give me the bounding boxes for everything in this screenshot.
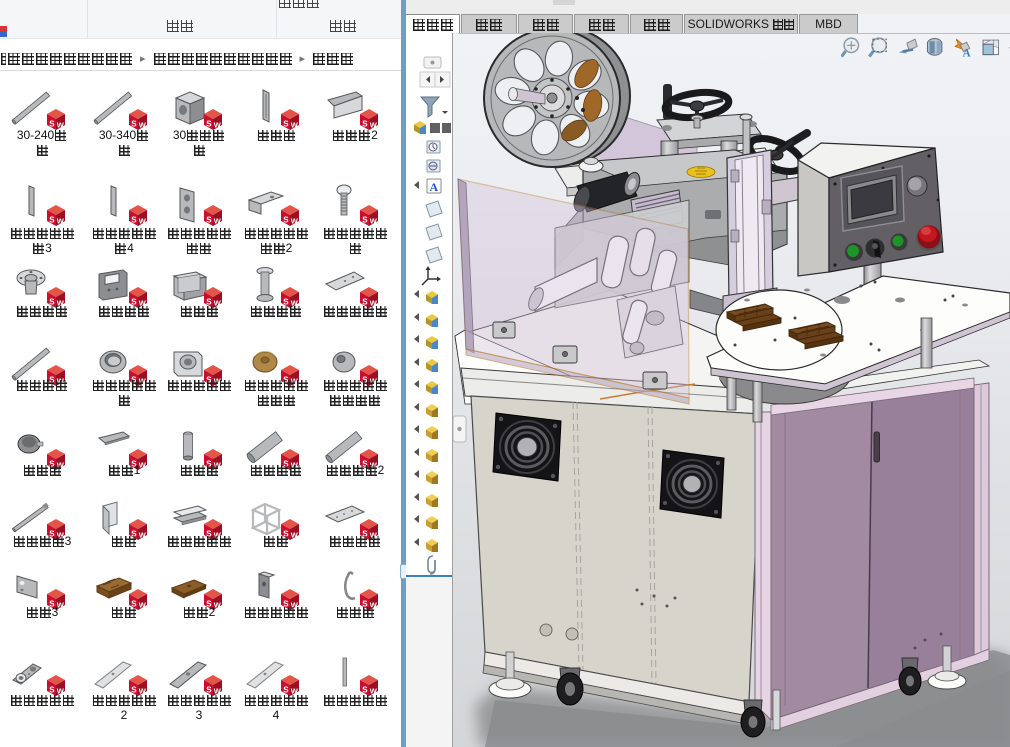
svg-text:W: W [370,217,378,226]
svg-text:W: W [214,217,222,226]
svg-text:S: S [131,216,137,225]
svg-text:S: S [362,216,368,225]
svg-text:S: S [283,216,289,225]
svg-text:A: A [430,180,439,194]
svg-text:W: W [291,217,299,226]
svg-text:W: W [57,217,65,226]
svg-text:S: S [49,216,55,225]
svg-text:W: W [139,217,147,226]
svg-text:S: S [206,216,212,225]
